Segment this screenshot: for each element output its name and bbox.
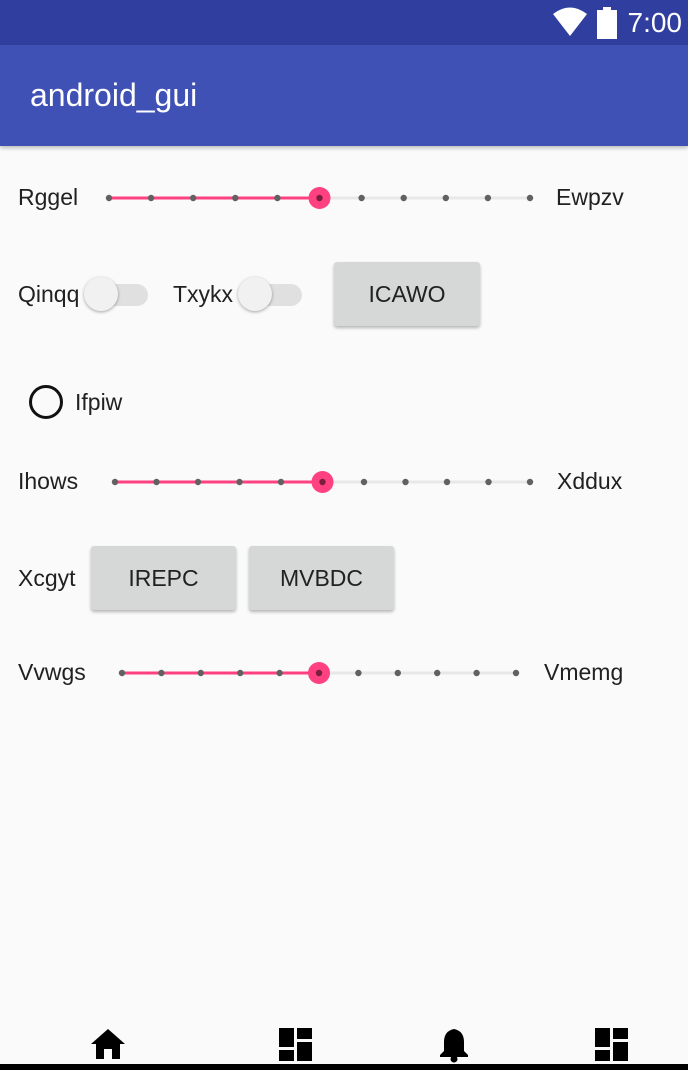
seekbar-tick [484,194,492,202]
seekbar-tick [236,478,243,486]
notifications-icon[interactable] [434,1027,474,1063]
seekbar-right-label: Xddux [557,468,623,494]
seekbar-tick [434,669,441,677]
seekbar-right-label: Ewpzv [556,184,624,210]
seekbar-tick [526,194,534,202]
seekbar-tick [358,194,365,202]
seekbar-tick [394,669,401,677]
seekbar-left-label: Ihows [18,468,79,494]
xcgyt-label: Xcgyt [18,565,76,591]
seekbar-thumb-dot [315,669,323,677]
radio-ifpiw-label: Ifpiw [75,389,123,415]
home-icon[interactable] [88,1027,128,1063]
seekbar-tick [442,194,449,202]
dashboard-icon[interactable] [592,1027,632,1063]
seekbar-tick [355,669,362,677]
battery-icon [597,7,617,39]
seekbar-tick [232,194,239,202]
status-bar: 7:00 [0,0,688,45]
seekbar-tick [197,669,204,677]
radio-ifpiw[interactable] [29,385,63,419]
irepc-button[interactable]: IREPC [91,546,236,610]
seekbar-graphic [118,662,520,684]
seekbar-ihows[interactable] [111,467,534,497]
app-bar: android_gui [0,45,688,146]
seekbar-tick [105,194,113,202]
seekbar-tick [111,478,119,486]
seekbar-tick [190,194,197,202]
wifi-icon [553,7,587,36]
seekbar-rggel[interactable] [105,183,534,213]
switch-txykx[interactable] [236,277,302,311]
switch-thumb [238,277,272,311]
seekbar-tick [443,478,451,486]
seekbar-left-label: Vvwgs [18,659,86,685]
seekbar-tick [237,669,244,677]
seekbar-graphic [105,187,534,209]
seekbar-vvwgs[interactable] [118,658,520,688]
seekbar-tick [526,478,534,486]
radio-ring [29,385,63,419]
seekbar-thumb-dot [319,478,326,486]
dashboard-icon[interactable] [276,1027,316,1063]
seekbar-right-label: Vmemg [544,659,624,685]
icawo-button[interactable]: ICAWO [334,262,480,326]
seekbar-tick [400,194,407,202]
seekbar-left-label: Rggel [18,184,79,210]
seekbar-thumb-dot [316,194,323,202]
seekbar-tick [512,669,520,677]
switch-qinqq-label: Qinqq [18,281,80,307]
switch-txykx-label: Txykx [173,281,234,307]
seekbar-tick [147,194,155,202]
switch-qinqq[interactable] [82,277,148,311]
seekbar-tick [277,478,285,486]
bottom-edge [0,1064,688,1070]
app-title: android_gui [30,77,198,113]
seekbar-graphic [111,471,534,493]
seekbar-tick [360,478,368,486]
status-time: 7:00 [627,7,683,38]
bottom-nav [0,1015,688,1065]
mvbdc-button[interactable]: MVBDC [249,546,394,610]
seekbar-tick [485,478,492,486]
seekbar-tick [276,669,283,677]
seekbar-tick [473,669,480,677]
seekbar-tick [402,478,409,486]
seekbar-tick [158,669,165,677]
seekbar-tick [194,478,202,486]
seekbar-tick [274,194,281,202]
switch-thumb [84,277,118,311]
seekbar-tick [118,669,126,677]
seekbar-tick [153,478,160,486]
